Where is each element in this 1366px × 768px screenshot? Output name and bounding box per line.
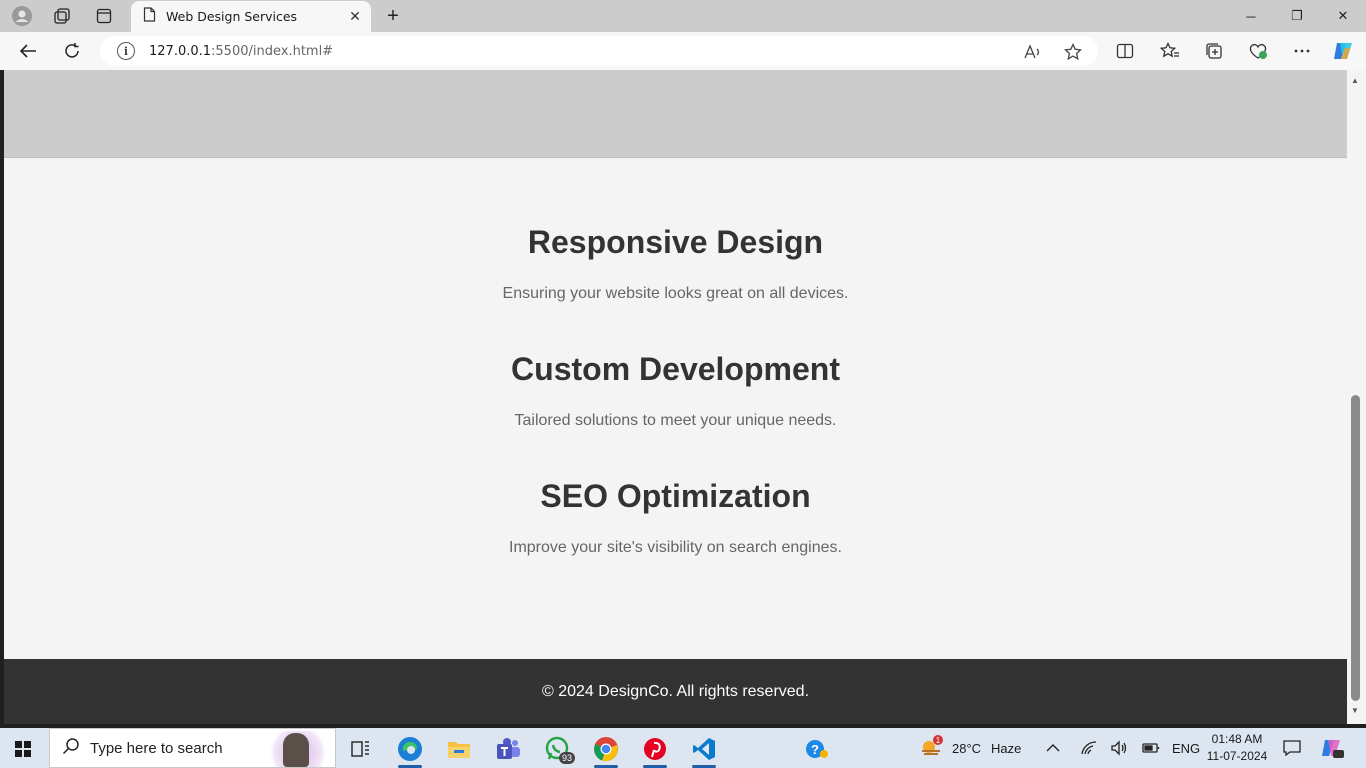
vscode-icon[interactable] [684, 732, 724, 768]
refresh-icon[interactable] [57, 37, 87, 65]
back-icon[interactable] [13, 37, 43, 65]
url-text[interactable]: 127.0.0.1:5500/index.html# [149, 44, 333, 59]
workspaces-icon[interactable] [50, 4, 74, 28]
favorites-icon[interactable] [1158, 40, 1182, 62]
close-window-button[interactable]: ✕ [1320, 0, 1366, 32]
help-icon[interactable]: ? [797, 732, 837, 766]
read-aloud-icon[interactable] [1022, 41, 1044, 63]
minimize-button[interactable]: ─ [1228, 0, 1274, 32]
language-indicator[interactable]: ENG [1172, 728, 1200, 768]
service-responsive-design: Responsive Design Ensuring your website … [4, 224, 1347, 303]
task-view-icon[interactable] [340, 732, 380, 766]
service-custom-development: Custom Development Tailored solutions to… [4, 351, 1347, 430]
weather-alert-badge: 1 [933, 735, 943, 745]
weather-widget[interactable]: 28°C Haze [918, 728, 1021, 768]
chrome-icon[interactable] [586, 732, 626, 768]
svg-text:?: ? [811, 742, 819, 757]
service-title: Responsive Design [527, 224, 824, 260]
search-icon [62, 737, 80, 760]
browser-titlebar: Web Design Services ✕ + ─ ❐ ✕ [0, 0, 1366, 32]
new-tab-button[interactable]: + [380, 4, 406, 28]
notification-icon[interactable] [1282, 728, 1302, 768]
page-icon [143, 6, 156, 27]
weather-temp: 28°C [952, 740, 982, 756]
page-scrollbar[interactable]: ▲ ▼ [1347, 70, 1366, 724]
profile-icon[interactable] [10, 4, 34, 28]
taskbar-clock[interactable]: 01:48 AM 11-07-2024 [1203, 728, 1271, 768]
split-screen-icon[interactable] [1113, 40, 1137, 62]
page-footer: © 2024 DesignCo. All rights reserved. [4, 659, 1347, 724]
page-viewport: Responsive Design Ensuring your website … [4, 70, 1347, 724]
copilot-icon[interactable] [1331, 40, 1355, 62]
service-description: Ensuring your website looks great on all… [502, 285, 849, 302]
scroll-thumb[interactable] [1351, 395, 1360, 701]
battery-icon[interactable] [1142, 728, 1160, 768]
clock-date: 11-07-2024 [1206, 749, 1268, 763]
browser-toolbar: i 127.0.0.1:5500/index.html# [0, 32, 1366, 70]
taskbar-search[interactable]: Type here to search [49, 728, 336, 768]
scroll-down-icon[interactable]: ▼ [1351, 706, 1359, 715]
active-tab[interactable]: Web Design Services ✕ [131, 1, 371, 32]
windows-start-icon[interactable] [8, 736, 40, 760]
file-explorer-icon[interactable] [439, 732, 479, 766]
windows-taskbar: Type here to search 93 ? 28°C Haze ENG [0, 728, 1366, 768]
pinterest-icon[interactable] [635, 732, 675, 768]
clock-time: 01:48 AM [1211, 731, 1263, 746]
service-description: Improve your site's visibility on search… [509, 539, 842, 556]
service-description: Tailored solutions to meet your unique n… [514, 412, 837, 429]
tab-title: Web Design Services [166, 9, 298, 24]
teams-icon[interactable] [488, 732, 528, 766]
favorite-star-icon[interactable] [1062, 41, 1084, 63]
whatsapp-icon[interactable]: 93 [537, 732, 577, 766]
hero-section [4, 70, 1347, 158]
info-icon[interactable]: i [117, 42, 135, 60]
browser-essentials-icon[interactable] [1246, 40, 1270, 62]
service-seo-optimization: SEO Optimization Improve your site's vis… [4, 478, 1347, 557]
service-title: Custom Development [511, 351, 840, 387]
close-tab-icon[interactable]: ✕ [345, 7, 365, 27]
restore-button[interactable]: ❐ [1274, 0, 1320, 32]
service-title: SEO Optimization [540, 478, 811, 514]
wifi-icon[interactable] [1080, 728, 1098, 768]
volume-icon[interactable] [1110, 728, 1128, 768]
search-highlight-portrait [283, 733, 309, 767]
tab-actions-icon[interactable] [92, 4, 116, 28]
address-bar[interactable]: i 127.0.0.1:5500/index.html# [100, 36, 1098, 66]
scroll-up-icon[interactable]: ▲ [1351, 76, 1359, 85]
chevron-up-icon[interactable] [1046, 728, 1060, 768]
footer-copyright: © 2024 DesignCo. All rights reserved. [541, 682, 810, 700]
weather-desc: Haze [991, 740, 1022, 756]
collections-icon[interactable] [1202, 40, 1226, 62]
search-placeholder: Type here to search [90, 739, 223, 757]
more-icon[interactable] [1290, 40, 1314, 62]
whatsapp-badge: 93 [558, 752, 575, 764]
edge-icon[interactable] [390, 732, 430, 768]
copilot-tray-icon[interactable] [1320, 728, 1344, 768]
